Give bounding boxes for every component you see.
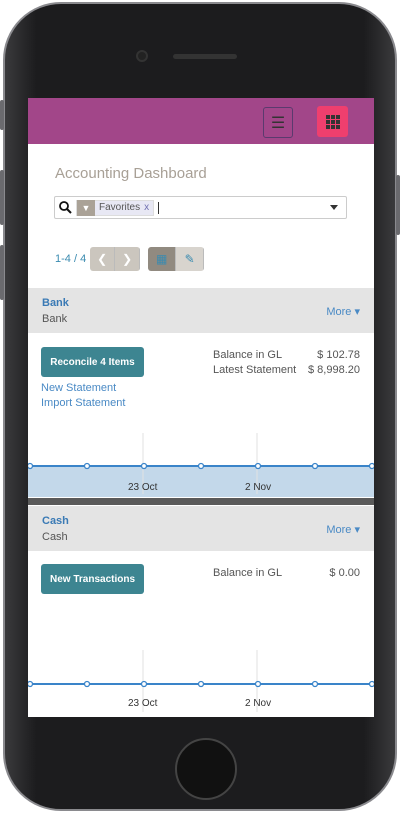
section-divider <box>28 498 374 505</box>
chart-point <box>197 462 205 470</box>
chart-point <box>311 680 319 688</box>
speaker <box>173 54 237 59</box>
top-bar: ☰ <box>28 98 374 144</box>
journal-type: Bank <box>42 313 68 325</box>
search-input[interactable]: ▼ Favorites x <box>54 196 347 219</box>
chart-point <box>254 462 262 470</box>
search-icon <box>59 201 72 214</box>
search-dropdown-toggle[interactable] <box>330 205 338 210</box>
chart-point <box>140 462 148 470</box>
new-statement-link[interactable]: New Statement <box>41 382 116 394</box>
stat-value: $ 102.78 <box>317 349 360 361</box>
journal-name[interactable]: Cash <box>42 515 69 527</box>
home-button[interactable] <box>175 738 237 800</box>
stat-value: $ 8,998.20 <box>308 364 360 376</box>
chart-area <box>28 466 374 497</box>
more-label: More <box>326 524 352 536</box>
volume-down <box>0 245 4 300</box>
chart-point <box>368 680 374 688</box>
more-label: More <box>326 306 352 318</box>
chart-point <box>368 462 374 470</box>
chart-point <box>28 680 34 688</box>
volume-up <box>0 170 4 225</box>
chart-point <box>83 680 91 688</box>
apps-grid-button[interactable] <box>317 106 348 137</box>
stat-label: Latest Statement <box>213 364 297 376</box>
chart-point <box>28 462 34 470</box>
bank-chart <box>28 433 374 505</box>
journal-header-cash: Cash Cash More ▾ <box>28 506 374 551</box>
chart-tick-label: 2 Nov <box>245 482 272 493</box>
stat-label: Balance in GL <box>213 567 283 579</box>
camera-icon <box>136 50 148 62</box>
stat-value: $ 0.00 <box>329 567 360 579</box>
chart-tick-label: 23 Oct <box>128 482 158 493</box>
chart-point <box>140 680 148 688</box>
reconcile-button[interactable]: Reconcile 4 Items <box>41 347 144 377</box>
pager-next-button[interactable]: ❯ <box>115 247 141 271</box>
text-cursor <box>158 201 160 214</box>
kanban-view-button[interactable]: ▦ <box>148 247 177 271</box>
facet-remove-button[interactable]: x <box>144 202 149 213</box>
screen: ☰ Accounting Dashboard ▼ Favorites x 1-4 /… <box>28 98 374 717</box>
edit-view-button[interactable]: ✎ <box>176 247 205 271</box>
facet-label: Favorites <box>99 202 141 213</box>
more-dropdown[interactable]: More ▾ <box>326 305 360 318</box>
journal-name[interactable]: Bank <box>42 297 69 309</box>
chart-tick-label: 2 Nov <box>245 698 272 709</box>
pager-range[interactable]: 1-4 / 4 <box>55 253 86 265</box>
chart-point <box>254 680 262 688</box>
chart-point <box>197 680 205 688</box>
journal-header-bank: Bank Bank More ▾ <box>28 288 374 333</box>
power-button <box>396 175 400 235</box>
mute-switch <box>0 100 4 130</box>
hamburger-menu-button[interactable]: ☰ <box>263 107 293 138</box>
chart-point <box>83 462 91 470</box>
journal-type: Cash <box>42 531 68 543</box>
cash-chart <box>28 650 374 712</box>
stat-label: Balance in GL <box>213 349 283 361</box>
grid-icon <box>325 114 340 129</box>
chart-point <box>311 462 319 470</box>
search-facet: ▼ Favorites x <box>76 199 155 216</box>
chart-tick-label: 23 Oct <box>128 698 158 709</box>
new-transactions-button[interactable]: New Transactions <box>41 564 144 594</box>
filter-icon: ▼ <box>77 199 95 216</box>
import-statement-link[interactable]: Import Statement <box>41 397 125 409</box>
more-dropdown[interactable]: More ▾ <box>326 523 360 536</box>
pager: 1-4 / 4 ❮ ❯ ▦ ✎ <box>55 247 205 271</box>
pager-previous-button[interactable]: ❮ <box>90 247 116 271</box>
page-title: Accounting Dashboard <box>55 165 207 182</box>
